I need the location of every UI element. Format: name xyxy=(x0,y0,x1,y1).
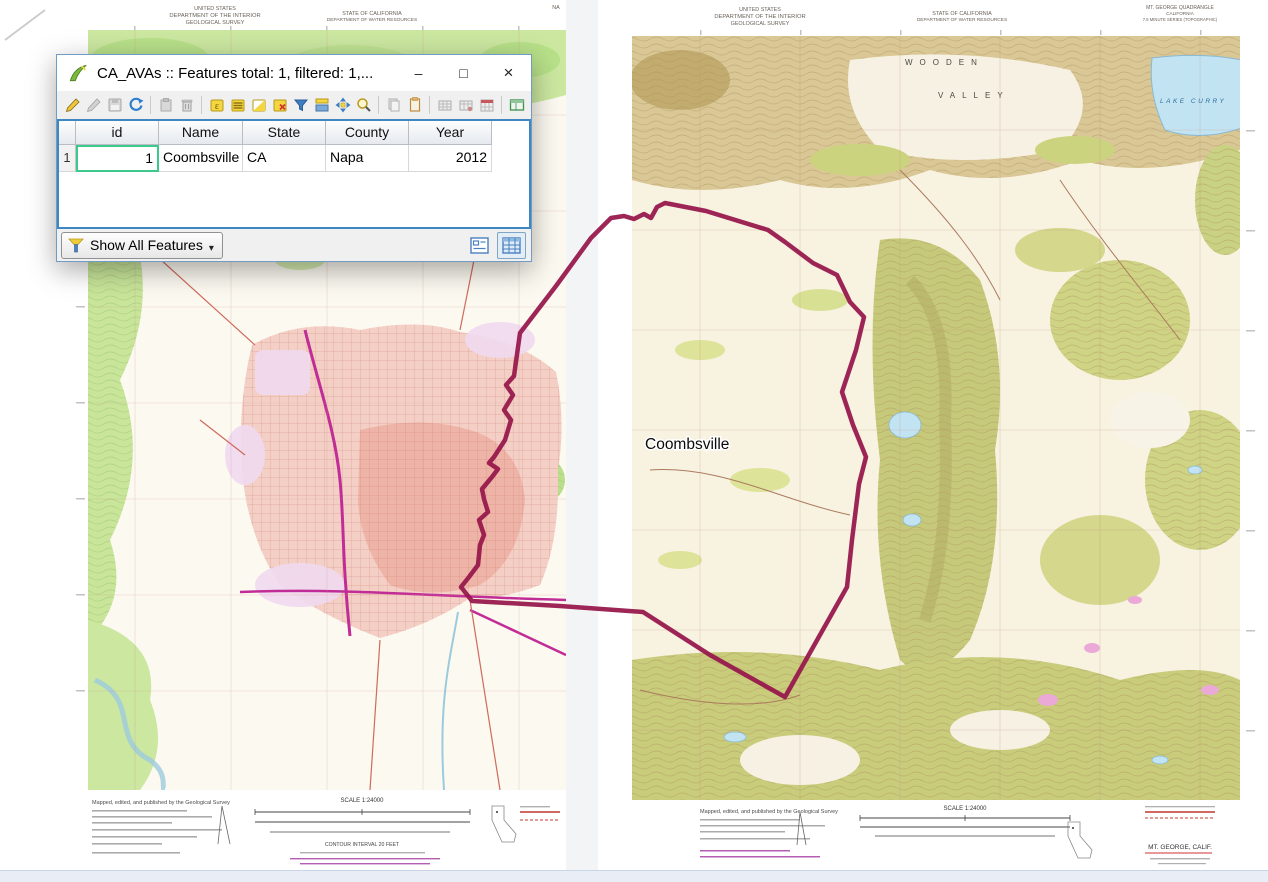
toggle-editing-icon[interactable] xyxy=(62,95,83,116)
svg-text:UNITED STATES: UNITED STATES xyxy=(739,7,781,13)
lake-curry-label: LAKE CURRY xyxy=(1160,98,1226,105)
toolbar-separator xyxy=(378,96,379,114)
toolbar-separator xyxy=(501,96,502,114)
delete-field-icon xyxy=(455,95,476,116)
filter-funnel-icon xyxy=(68,238,84,253)
reload-icon[interactable] xyxy=(125,95,146,116)
attribute-table-window: CA_AVAs :: Features total: 1, filtered: … xyxy=(56,54,532,262)
table-view-icon xyxy=(502,237,521,254)
svg-text:DEPARTMENT OF THE INTERIOR: DEPARTMENT OF THE INTERIOR xyxy=(169,13,260,19)
paste-rows-icon[interactable] xyxy=(404,95,425,116)
multi-edit-icon xyxy=(83,95,104,116)
zoom-to-selected-icon[interactable] xyxy=(353,95,374,116)
form-view-button[interactable] xyxy=(465,232,494,259)
wooden-valley-label-2: VALLEY xyxy=(938,91,1010,100)
cell-state[interactable]: CA xyxy=(243,145,326,172)
svg-text:MT. GEORGE, CALIF.: MT. GEORGE, CALIF. xyxy=(1148,844,1212,851)
cell-county[interactable]: Napa xyxy=(326,145,409,172)
close-button[interactable]: × xyxy=(486,55,531,91)
column-header-state[interactable]: State xyxy=(243,121,326,145)
table-row: 1 1 Coombsville CA Napa 2012 xyxy=(59,145,529,172)
lake-curry xyxy=(1151,55,1242,135)
svg-text:NA: NA xyxy=(552,5,560,11)
titlebar[interactable]: CA_AVAs :: Features total: 1, filtered: … xyxy=(57,55,531,91)
svg-text:SCALE 1:24000: SCALE 1:24000 xyxy=(340,798,384,804)
pan-to-selected-icon[interactable] xyxy=(332,95,353,116)
window-title: CA_AVAs :: Features total: 1, filtered: … xyxy=(97,65,396,82)
svg-text:STATE OF CALIFORNIA: STATE OF CALIFORNIA xyxy=(342,11,402,17)
header-stub[interactable] xyxy=(59,121,76,145)
cell-name[interactable]: Coombsville xyxy=(159,145,243,172)
svg-text:DEPARTMENT OF WATER RESOURCES: DEPARTMENT OF WATER RESOURCES xyxy=(327,17,417,23)
svg-text:UNITED STATES: UNITED STATES xyxy=(194,6,236,12)
delete-selected-icon xyxy=(176,95,197,116)
table-header-row: id Name State County Year xyxy=(59,121,529,145)
ava-feature-label: Coombsville xyxy=(645,436,729,453)
column-header-county[interactable]: County xyxy=(326,121,409,145)
canvas-bottom-border xyxy=(0,870,1268,871)
copy-rows-icon xyxy=(383,95,404,116)
table-view-button[interactable] xyxy=(497,232,526,259)
svg-text:Mapped, edited, and published: Mapped, edited, and published by the Geo… xyxy=(700,809,838,815)
maximize-button[interactable]: □ xyxy=(441,55,486,91)
show-all-features-button[interactable]: Show All Features ▾ xyxy=(61,232,223,259)
row-number[interactable]: 1 xyxy=(59,145,76,172)
toolbar-separator xyxy=(429,96,430,114)
toolbar-separator xyxy=(201,96,202,114)
svg-text:7.5 MINUTE SERIES (TOPOGRAPHIC: 7.5 MINUTE SERIES (TOPOGRAPHIC) xyxy=(1143,17,1218,22)
svg-text:Mapped, edited, and published: Mapped, edited, and published by the Geo… xyxy=(92,800,230,806)
cell-id[interactable]: 1 xyxy=(76,145,159,172)
qgis-app-icon xyxy=(67,62,89,84)
bottom-bar: Show All Features ▾ xyxy=(57,229,531,261)
save-edits-icon xyxy=(104,95,125,116)
column-header-year[interactable]: Year xyxy=(409,121,492,145)
filter-select-icon[interactable] xyxy=(290,95,311,116)
svg-text:ε: ε xyxy=(214,101,218,112)
svg-text:GEOLOGICAL SURVEY: GEOLOGICAL SURVEY xyxy=(731,21,790,27)
dock-table-icon[interactable] xyxy=(506,95,527,116)
deselect-all-icon[interactable] xyxy=(269,95,290,116)
column-header-name[interactable]: Name xyxy=(159,121,243,145)
field-calculator-icon xyxy=(476,95,497,116)
svg-text:DEPARTMENT OF WATER RESOURCES: DEPARTMENT OF WATER RESOURCES xyxy=(917,17,1007,23)
select-by-expression-icon[interactable]: ε xyxy=(206,95,227,116)
svg-text:STATE OF CALIFORNIA: STATE OF CALIFORNIA xyxy=(932,11,992,17)
canvas-bottom-strip xyxy=(0,871,1268,882)
new-field-icon xyxy=(434,95,455,116)
toolbar-separator xyxy=(150,96,151,114)
svg-text:SCALE 1:24000: SCALE 1:24000 xyxy=(943,806,987,812)
paste-features-icon xyxy=(155,95,176,116)
invert-selection-icon[interactable] xyxy=(248,95,269,116)
form-view-icon xyxy=(470,237,489,254)
show-all-features-label: Show All Features xyxy=(90,237,203,253)
wooden-valley-label-1: WOODEN xyxy=(905,58,984,67)
cell-year[interactable]: 2012 xyxy=(409,145,492,172)
svg-text:CALIFORNIA: CALIFORNIA xyxy=(1166,11,1195,16)
attribute-table-toolbar: ε xyxy=(57,91,531,119)
right-map-body xyxy=(630,36,1255,800)
right-topo-sheet: UNITED STATES DEPARTMENT OF THE INTERIOR… xyxy=(598,0,1268,870)
svg-text:CONTOUR INTERVAL 20 FEET: CONTOUR INTERVAL 20 FEET xyxy=(325,842,400,848)
move-selection-top-icon[interactable] xyxy=(311,95,332,116)
svg-text:DEPARTMENT OF THE INTERIOR: DEPARTMENT OF THE INTERIOR xyxy=(714,14,805,20)
attribute-table: id Name State County Year 1 1 Coombsvill… xyxy=(57,119,531,229)
dropdown-caret-icon: ▾ xyxy=(209,243,214,254)
svg-text:GEOLOGICAL SURVEY: GEOLOGICAL SURVEY xyxy=(186,20,245,26)
minimize-button[interactable]: – xyxy=(396,55,441,91)
column-header-id[interactable]: id xyxy=(76,121,159,145)
view-toggles xyxy=(465,232,526,259)
select-all-icon[interactable] xyxy=(227,95,248,116)
